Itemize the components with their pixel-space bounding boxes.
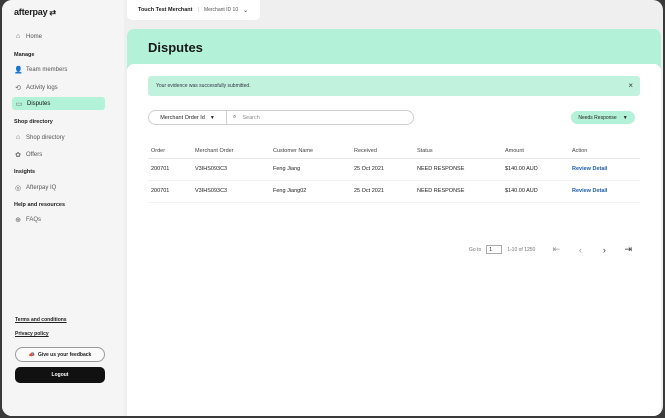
team-icon: 👤 [14, 66, 23, 74]
success-alert: Your evidence was successfully submitted… [148, 76, 640, 96]
caret-down-icon: ▼ [209, 114, 215, 121]
merchant-selector[interactable]: Touch Test Merchant | Merchant ID 10 ⌄ [127, 0, 260, 20]
col-merchant-order: Merchant Order [192, 144, 270, 159]
sidebar: afterpay ⇄ ⌂ Home Manage 👤 Team members … [2, 0, 124, 416]
pagination: Go to 1 1-10 of 1250 ⇤ ‹ › ⇥ [469, 244, 645, 255]
cell-amount: $140.00 AUD [502, 180, 569, 203]
section-help: Help and resources [14, 202, 66, 208]
merchant-id: Merchant ID 10 [203, 7, 239, 13]
table-row: 200701 V3IHS093C3 Feng Jiang02 25 Oct 20… [148, 180, 640, 203]
section-insights: Insights [14, 169, 36, 175]
alert-message: Your evidence was successfully submitted… [156, 83, 251, 89]
main-content: Your evidence was successfully submitted… [127, 64, 661, 416]
close-icon[interactable]: × [628, 81, 633, 90]
logout-button[interactable]: Logout [15, 367, 105, 383]
afterpay-logo[interactable]: afterpay ⇄ [14, 7, 56, 17]
sidebar-item-faqs[interactable]: ⊕ FAQs [14, 213, 41, 226]
cell-customer: Feng Jiang [270, 158, 351, 181]
col-order: Order [148, 144, 192, 159]
search-field-select[interactable]: Merchant Order Id ▼ [149, 111, 227, 124]
section-shop-directory: Shop directory [14, 119, 53, 125]
table-row: 200701 V3IHS093C3 Feng Jiang 25 Oct 2021… [148, 158, 640, 181]
search-input[interactable]: ⌕ Search [227, 114, 260, 121]
col-customer: Customer Name [270, 144, 351, 159]
merchant-name: Touch Test Merchant [138, 7, 193, 13]
cell-amount: $140.00 AUD [502, 158, 569, 181]
page-range: 1-10 of 1250 [507, 246, 536, 253]
first-page-icon[interactable]: ⇤ [549, 244, 563, 255]
page-input[interactable]: 1 [486, 245, 503, 254]
col-received: Received [351, 144, 414, 159]
page-header: Disputes [127, 29, 661, 69]
home-icon: ⌂ [15, 33, 21, 40]
page-title: Disputes [148, 40, 203, 55]
col-amount: Amount [502, 144, 569, 159]
cell-merchant-order: V3IHS093C3 [192, 180, 270, 203]
disputes-icon: ▭ [15, 100, 23, 108]
shop-icon: ⌂ [15, 134, 21, 141]
cell-order: 200701 [148, 158, 192, 181]
caret-down-icon: ▼ [622, 114, 628, 121]
brand-name: afterpay [14, 7, 48, 17]
privacy-link[interactable]: Privacy policy [15, 331, 49, 337]
review-detail-link[interactable]: Review Detail [569, 180, 640, 203]
sidebar-item-afterpay-iq[interactable]: ◎ Afterpay IQ [14, 181, 56, 194]
megaphone-icon: 📣 [28, 351, 35, 358]
last-page-icon[interactable]: ⇥ [621, 244, 635, 255]
app-window: afterpay ⇄ ⌂ Home Manage 👤 Team members … [2, 0, 663, 416]
merchant-separator: | [197, 7, 199, 13]
table-header-row: Order Merchant Order Customer Name Recei… [148, 144, 640, 159]
feedback-button[interactable]: 📣 Give us your feedback [15, 347, 105, 362]
sidebar-item-home[interactable]: ⌂ Home [14, 30, 42, 43]
next-page-icon[interactable]: › [597, 245, 611, 255]
goto-label: Go to [469, 246, 482, 253]
sidebar-item-activity-logs[interactable]: ⟲ Activity logs [14, 81, 58, 94]
activity-log-icon: ⟲ [15, 84, 21, 92]
cell-status: NEED RESPONSE [414, 158, 502, 181]
brand-mark-icon: ⇄ [49, 7, 56, 17]
col-status: Status [414, 144, 502, 159]
search-icon: ⌕ [233, 114, 237, 120]
cell-status: NEED RESPONSE [414, 180, 502, 203]
insights-icon: ◎ [14, 184, 22, 192]
globe-icon: ⊕ [15, 216, 21, 224]
sidebar-item-team-members[interactable]: 👤 Team members [14, 63, 67, 76]
offers-icon: ✿ [15, 151, 21, 159]
cell-received: 25 Oct 2021 [351, 180, 414, 203]
sidebar-item-offers[interactable]: ✿ Offers [14, 148, 42, 161]
search-placeholder: Search [242, 114, 260, 121]
prev-page-icon[interactable]: ‹ [573, 245, 587, 255]
cell-order: 200701 [148, 180, 192, 203]
review-detail-link[interactable]: Review Detail [569, 158, 640, 181]
sidebar-item-disputes[interactable]: ▭ Disputes [12, 97, 105, 110]
cell-customer: Feng Jiang02 [270, 180, 351, 203]
sidebar-item-shop-directory[interactable]: ⌂ Shop directory [14, 131, 65, 144]
chevron-down-icon: ⌄ [243, 7, 249, 14]
cell-received: 25 Oct 2021 [351, 158, 414, 181]
section-manage: Manage [14, 52, 35, 58]
disputes-table: Order Merchant Order Customer Name Recei… [148, 144, 640, 203]
search-bar: Merchant Order Id ▼ ⌕ Search [148, 110, 414, 125]
cell-merchant-order: V3IHS093C3 [192, 158, 270, 181]
terms-link[interactable]: Terms and conditions [15, 317, 67, 323]
col-action: Action [569, 144, 640, 159]
status-filter-dropdown[interactable]: Needs Response ▼ [571, 111, 635, 124]
